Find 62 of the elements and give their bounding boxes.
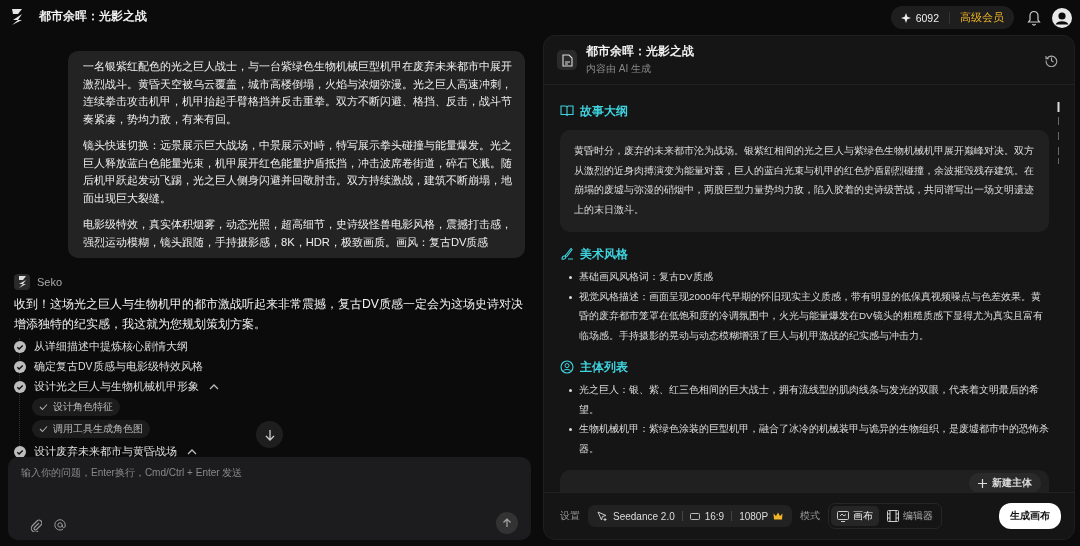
logo-icon <box>9 7 25 26</box>
history-icon[interactable] <box>1045 53 1058 67</box>
settings-label: 设置 <box>560 509 580 523</box>
mode-label: 模式 <box>800 509 821 523</box>
user-avatar-icon[interactable] <box>1052 7 1072 28</box>
scroll-indicator-icon <box>1057 102 1060 164</box>
substep-label: 调用工具生成角色图 <box>53 422 143 436</box>
scroll-down-button[interactable] <box>256 421 283 448</box>
section-title: 美术风格 <box>580 246 628 262</box>
generate-canvas-button[interactable]: 生成画布 <box>999 503 1061 529</box>
caret-up-icon[interactable] <box>209 382 219 391</box>
film-icon <box>887 510 900 522</box>
project-title: 都市余晖：光影之战 <box>39 9 147 24</box>
model-settings[interactable]: Seedance 2.0 16:9 1080P <box>588 505 793 527</box>
assistant-name: Seko <box>37 276 63 288</box>
section-title: 故事大纲 <box>580 103 628 119</box>
message-paragraph: 镜头快速切换：远景展示巨大战场，中景展示对峙，特写展示拳头碰撞与能量爆发。光之巨人释放蓝白色能量光束，机甲展开红色能量护盾抵挡，冲击波席卷街道，碎石飞溅。随后机甲跃起发动飞踢，光之巨人侧身闪避并回敬肘击。双方持续激战，建筑不断崩塌，地面出现巨大裂缝。 <box>83 138 513 206</box>
message-paragraph: 一名银紫红配色的光之巨人战士，与一台紫绿色生物机械巨型机甲在废弃未来都市中展开激烈战斗。黄昏天空被乌云覆盖，城市高楼倒塌，火焰与浓烟弥漫。光之巨人高速冲刺，连续拳击攻击机甲，机甲抬起手臂格挡并反击重拳。双方不断闪避、格挡、反击，战斗节奏紧凑，势均力敌，有来有回。 <box>83 59 513 127</box>
aspect-ratio: 16:9 <box>704 510 725 522</box>
model-name: Seedance 2.0 <box>613 510 675 522</box>
bullet-dot <box>569 389 572 392</box>
step-label: 从详细描述中提炼核心剧情大纲 <box>34 339 188 354</box>
summary-card: 黄昏时分，废弃的未来都市沦为战场。银紫红相间的光之巨人与紫绿色生物机械机甲展开巅峰对决。双方从激烈的近身肉搏演变为能量对轰，巨人的蓝白光束与机甲的红色护盾剧烈碰撞，余波摧毁残存建筑。在崩塌的废墟与弥漫的硝烟中，两股巨型力量势均力敌，陷入胶着的史诗级苦战，共同谱写出一场文明遗迹上的末日激斗。 <box>560 130 1049 232</box>
document-subtitle: 内容由 AI 生成 <box>586 62 652 76</box>
mode-tab[interactable]: 编辑器 <box>881 506 940 526</box>
assistant-reply: 收到！这场光之巨人与生物机甲的都市激战听起来非常震撼，复古DV质感一定会为这场史诗对决增添独特的纪实感，我这就为您规划策划方案。 <box>14 296 524 333</box>
credit-count: 6092 <box>915 11 939 24</box>
section-title: 主体列表 <box>580 359 628 375</box>
plus-icon <box>978 478 987 488</box>
book-icon <box>560 104 574 118</box>
sparkle-icon <box>900 12 911 23</box>
message-paragraph: 电影级特效，真实体积烟雾，动态光照，超高细节，史诗级怪兽电影风格，震撼打击感，强烈运动模糊，镜头跟随，手持摄影感，8K，HDR，极致画质。画风：复古DV质感 <box>83 217 513 250</box>
bullet-dot <box>569 276 572 279</box>
new-subject-button[interactable]: 新建主体 <box>969 473 1041 492</box>
bullet-dot <box>569 295 572 299</box>
mode-tab[interactable]: 画布 <box>831 506 880 526</box>
membership-label: 高级会员 <box>960 10 1004 25</box>
rectangle-icon <box>689 512 700 520</box>
bullet-text: 生物机械机甲：紫绿色涂装的巨型机甲，融合了冰冷的机械装甲与诡异的生物组织，是废墟都市中的恐怖杀器。 <box>579 422 1049 456</box>
step-label: 确定复古DV质感与电影级特效风格 <box>34 359 203 374</box>
bullet-text: 基础画风风格词：复古DV质感 <box>579 270 713 284</box>
document-title: 都市余晖：光影之战 <box>586 44 695 59</box>
credits-pill[interactable]: 6092 高级会员 <box>890 6 1014 29</box>
crown-icon <box>773 512 784 520</box>
paperclip-icon[interactable] <box>30 518 42 532</box>
arrow-down-icon <box>263 428 276 441</box>
substep-label: 设计角色特征 <box>53 400 113 414</box>
cursor-sparkle-icon <box>597 510 608 522</box>
brush-icon <box>560 247 574 261</box>
arrow-up-icon <box>502 518 512 528</box>
bell-icon[interactable] <box>1027 9 1041 26</box>
bullet-text: 光之巨人：银、紫、红三色相间的巨大战士，拥有流线型的肌肉线条与发光的双眼，代表着文明最后的希望。 <box>579 383 1040 417</box>
step-label: 设计废弃未来都市与黄昏战场 <box>34 444 177 457</box>
bullet-text: 视觉风格描述：画面呈现2000年代早期的怀旧现实主义质感，带有明显的低保真视频噪点与色差效果。黄昏的废弃都市笼罩在低饱和度的冷调氛围中，火光与能量爆发在DV镜头的粗糙质感下显得尤为真实且富有临场感。手持摄影的晃动与动态模糊增强了巨人与机甲激战的纪实感与冲击力。 <box>579 289 1044 343</box>
user-circle-icon <box>560 360 574 374</box>
message-input[interactable]: 输入你的问题，Enter换行，Cmd/Ctrl + Enter 发送 <box>8 457 531 540</box>
resolution: 1080P <box>739 510 769 522</box>
step-label: 设计光之巨人与生物机械机甲形象 <box>34 379 199 394</box>
caret-up-icon[interactable] <box>187 447 197 456</box>
at-sign-icon[interactable] <box>54 519 66 531</box>
bullet-dot <box>569 428 572 431</box>
canvas-icon <box>837 510 850 522</box>
